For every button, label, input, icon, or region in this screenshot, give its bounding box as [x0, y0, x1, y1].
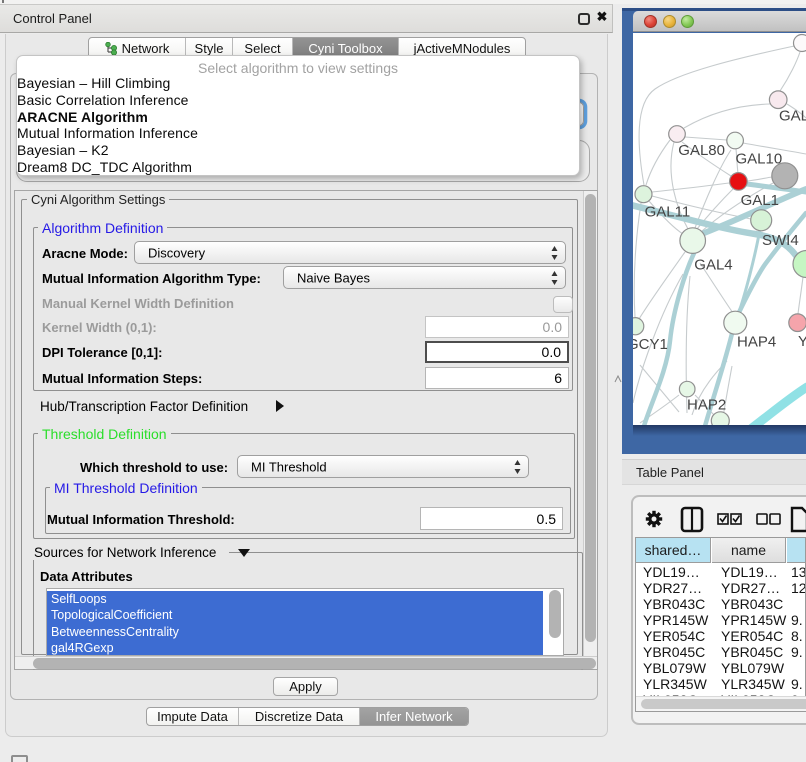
svg-text:GAL11: GAL11 — [645, 204, 691, 221]
svg-text:HAP4: HAP4 — [737, 334, 776, 351]
svg-text:GAL80: GAL80 — [678, 142, 725, 159]
svg-text:GAL7: GAL7 — [779, 108, 806, 125]
svg-text:HAP2: HAP2 — [687, 397, 726, 414]
svg-text:GAL10: GAL10 — [736, 151, 783, 168]
svg-text:GCY1: GCY1 — [633, 336, 668, 353]
svg-text:SWI4: SWI4 — [762, 232, 799, 249]
svg-text:Y: Y — [798, 333, 806, 350]
svg-text:GAL4: GAL4 — [694, 257, 732, 274]
svg-text:GAL1: GAL1 — [741, 192, 779, 209]
